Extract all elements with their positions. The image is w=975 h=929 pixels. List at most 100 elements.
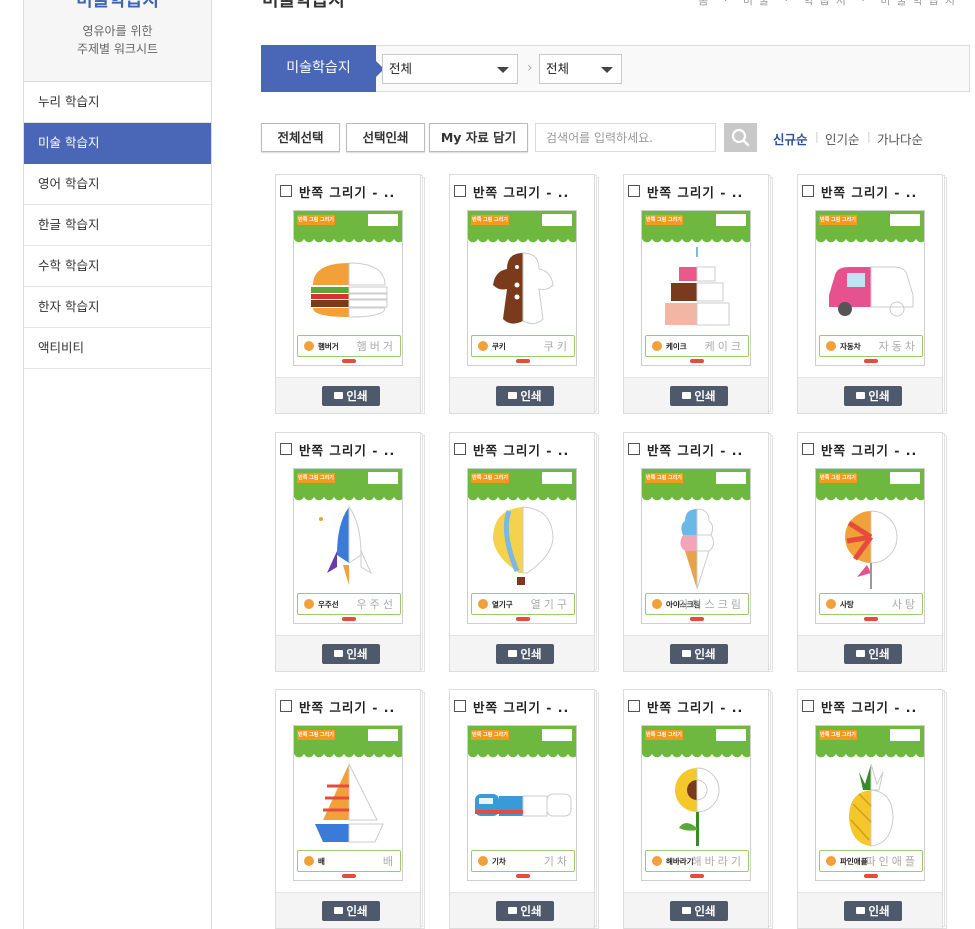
hamburger-illustration-icon [311,262,388,318]
card-checkbox[interactable] [454,185,466,197]
card-title[interactable]: 반쪽 그리기 - .. [299,182,395,201]
my-save-button[interactable]: My 자료 담기 [429,123,528,152]
print-button[interactable]: 인쇄 [322,901,380,921]
card-checkbox[interactable] [802,443,814,455]
card-title[interactable]: 반쪽 그리기 - .. [299,697,395,716]
card-title[interactable]: 반쪽 그리기 - .. [473,440,569,459]
search-icon [731,128,750,147]
card-title[interactable]: 반쪽 그리기 - .. [473,697,569,716]
sheet-trace-word: 기차 [543,855,570,868]
search-button[interactable] [724,123,757,152]
card-title[interactable]: 반쪽 그리기 - .. [647,697,743,716]
sidebar-item[interactable]: 한글 학습지 [24,205,211,246]
worksheet-thumbnail[interactable]: 반쪽 그림 그리기 해바라기 해바라기 [641,725,751,881]
worksheet-card: 반쪽 그리기 - .. 반쪽 그림 그리기 우주선 우주선 인쇄 [275,432,425,672]
worksheet-thumbnail[interactable]: 반쪽 그림 그리기 파인애플 파인애플 [815,725,925,881]
sort-popular[interactable]: 인기순 [825,129,860,148]
worksheet-thumbnail[interactable]: 반쪽 그림 그리기 배 배 [293,725,403,881]
print-button[interactable]: 인쇄 [844,386,902,406]
icecream-small-icon [652,599,662,609]
category-select-2[interactable]: 전체 [539,54,622,84]
sheet-wordbox: 파인애플 파인애플 [819,850,923,872]
search-input[interactable] [535,123,716,152]
worksheet-thumbnail[interactable]: 반쪽 그림 그리기 열기구 열기구 [467,468,577,624]
print-button[interactable]: 인쇄 [844,644,902,664]
card-checkbox[interactable] [454,700,466,712]
worksheet-thumbnail[interactable]: 반쪽 그림 그리기 쿠키 쿠키 [467,210,577,366]
card-title[interactable]: 반쪽 그리기 - .. [821,697,917,716]
sheet-trace-word: 해바라기 [691,855,744,868]
print-selected-button[interactable]: 선택인쇄 [346,123,425,152]
card-title[interactable]: 반쪽 그리기 - .. [821,182,917,201]
sheet-tag: 반쪽 그림 그리기 [471,215,509,225]
sheet-wave [468,237,576,243]
print-button[interactable]: 인쇄 [670,386,728,406]
worksheet-thumbnail[interactable]: 반쪽 그림 그리기 자동차 자동차 [815,210,925,366]
pineapple-illustration-icon [849,763,894,847]
sidebar-item[interactable]: 미술 학습지 [24,123,211,164]
sort-alphabetical[interactable]: 가나다순 [877,129,923,148]
sort-newest[interactable]: 신규순 [773,129,808,148]
worksheet-thumbnail[interactable]: 반쪽 그림 그리기 햄버거 햄버거 [293,210,403,366]
card-checkbox[interactable] [802,185,814,197]
sidebar-item[interactable]: 수학 학습지 [24,246,211,287]
print-button[interactable]: 인쇄 [496,644,554,664]
sheet-word: 우주선 [318,600,339,609]
sidebar-item[interactable]: 누리 학습지 [24,82,211,123]
printer-icon [508,650,518,657]
print-button[interactable]: 인쇄 [496,386,554,406]
sheet-namebox [890,214,920,226]
sheet-word: 기차 [492,857,506,866]
worksheet-thumbnail[interactable]: 반쪽 그림 그리기 아이스크림 아이스크림 [641,468,751,624]
print-button[interactable]: 인쇄 [670,644,728,664]
sheet-namebox [368,472,398,484]
sheet-tag: 반쪽 그림 그리기 [819,730,857,740]
sheet-tag: 반쪽 그림 그리기 [819,473,857,483]
print-button[interactable]: 인쇄 [844,901,902,921]
card-checkbox[interactable] [280,700,292,712]
printer-icon [856,907,866,914]
print-button[interactable]: 인쇄 [496,901,554,921]
sheet-trace-word: 아이스크림 [678,598,744,611]
print-button[interactable]: 인쇄 [322,386,380,406]
sheet-wordbox: 우주선 우주선 [297,593,401,615]
sheet-word: 케이크 [666,342,687,351]
worksheet-thumbnail[interactable]: 반쪽 그림 그리기 우주선 우주선 [293,468,403,624]
category-select-1[interactable]: 전체 [382,54,518,84]
select-all-button[interactable]: 전체선택 [261,123,340,152]
card-title[interactable]: 반쪽 그리기 - .. [647,182,743,201]
sheet-trace-word: 열기구 [530,598,570,611]
worksheet-thumbnail[interactable]: 반쪽 그림 그리기 케이크 케이크 [641,210,751,366]
card-checkbox[interactable] [454,443,466,455]
sidebar-item[interactable]: 한자 학습지 [24,287,211,328]
worksheet-thumbnail[interactable]: 반쪽 그림 그리기 기차 기차 [467,725,577,881]
card-title[interactable]: 반쪽 그리기 - .. [647,440,743,459]
card-checkbox[interactable] [628,700,640,712]
sheet-tag: 반쪽 그림 그리기 [297,215,335,225]
card-title[interactable]: 반쪽 그리기 - .. [299,440,395,459]
page-title: 미술학습지 [262,0,345,11]
sidebar-item[interactable]: 영어 학습지 [24,164,211,205]
sheet-word: 쿠키 [492,342,506,351]
card-title[interactable]: 반쪽 그리기 - .. [821,440,917,459]
sheet-word: 파인애플 [840,857,868,866]
worksheet-card: 반쪽 그리기 - .. 반쪽 그림 그리기 아이스크림 아이스크림 인쇄 [623,432,773,672]
sidebar-item[interactable]: 액티비티 [24,328,211,369]
sheet-namebox [716,214,746,226]
printer-icon [508,907,518,914]
publisher-logo [516,874,530,878]
card-checkbox[interactable] [628,185,640,197]
print-button[interactable]: 인쇄 [670,901,728,921]
card-checkbox[interactable] [628,443,640,455]
card-checkbox[interactable] [280,443,292,455]
card-body: 반쪽 그리기 - .. 반쪽 그림 그리기 우주선 우주선 인쇄 [275,432,421,672]
card-title[interactable]: 반쪽 그리기 - .. [473,182,569,201]
worksheet-thumbnail[interactable]: 반쪽 그림 그리기 사탕 사탕 [815,468,925,624]
sheet-trace-word: 우주선 [356,598,396,611]
publisher-logo [864,359,878,363]
card-checkbox[interactable] [280,185,292,197]
print-label: 인쇄 [868,904,890,918]
card-body: 반쪽 그리기 - .. 반쪽 그림 그리기 해바라기 해바라기 인쇄 [623,689,769,929]
print-button[interactable]: 인쇄 [322,644,380,664]
card-checkbox[interactable] [802,700,814,712]
